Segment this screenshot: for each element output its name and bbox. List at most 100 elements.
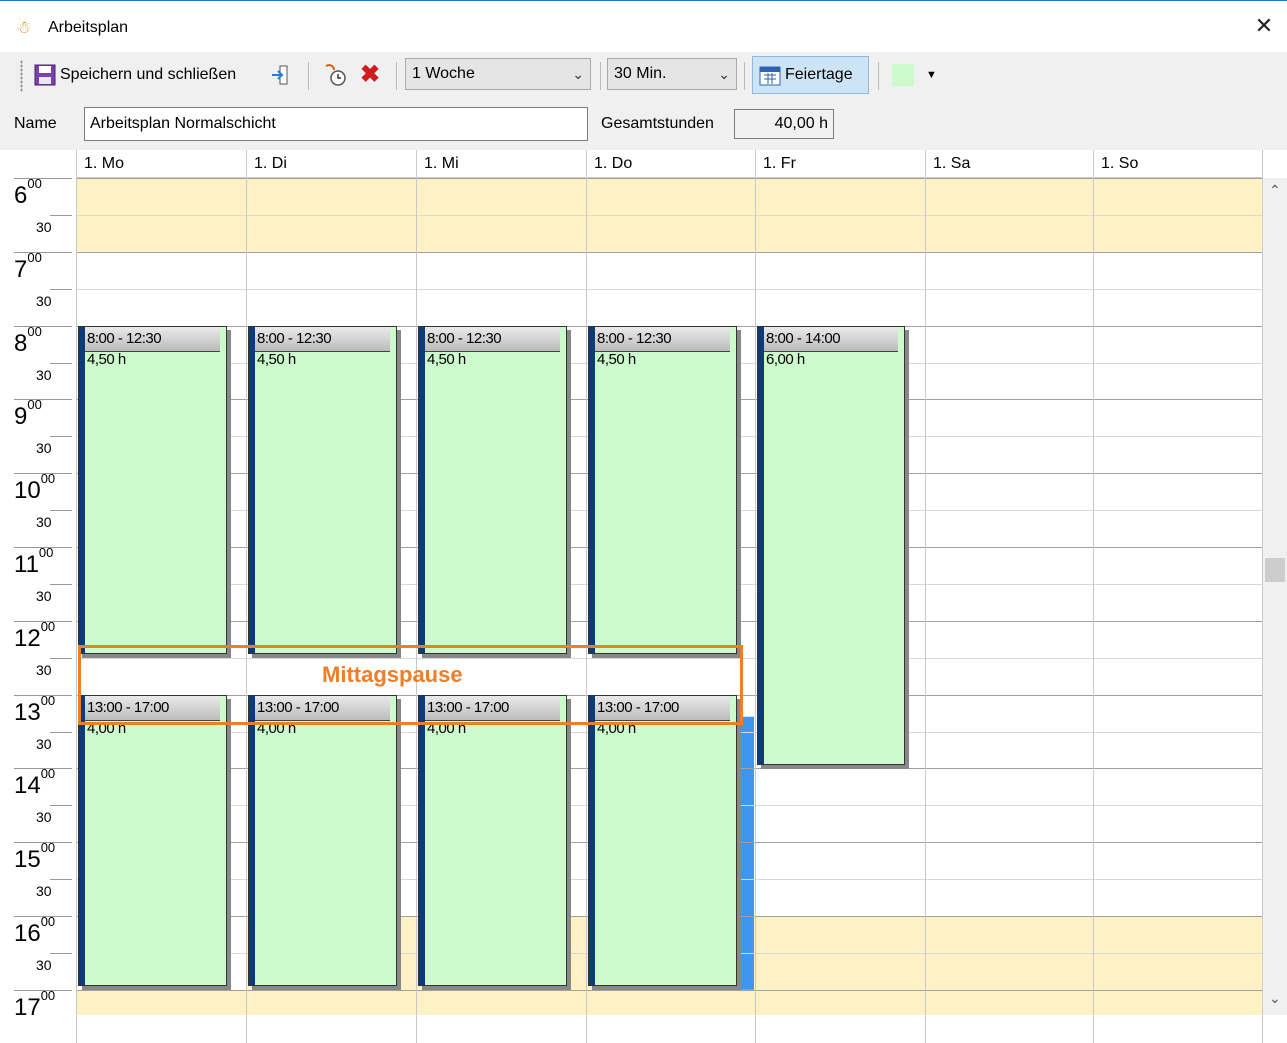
hour-tick <box>14 916 72 917</box>
half-hour-label: 30 <box>36 735 52 752</box>
half-hour-label: 30 <box>36 809 52 826</box>
day-header[interactable]: 1. So <box>1093 150 1262 178</box>
appointment-status-bar <box>589 696 595 985</box>
half-hour-label: 30 <box>36 440 52 457</box>
total-hours-label: Gesamtstunden <box>601 115 714 132</box>
half-hour-tick <box>50 952 72 954</box>
scroll-up-icon[interactable]: ⌃ <box>1269 182 1281 199</box>
appointment-block[interactable]: 8:00 - 12:30 4,50 h <box>588 326 737 654</box>
appointment-duration: 4,50 h <box>597 351 636 368</box>
hour-tick <box>14 768 72 770</box>
half-hour-tick <box>50 436 72 438</box>
day-header[interactable]: 1. Fr <box>755 150 925 178</box>
day-header[interactable]: 1. Do <box>586 150 755 178</box>
hour-label: 700 <box>14 249 42 283</box>
appointment-block[interactable]: 8:00 - 14:00 6,00 h <box>757 326 905 765</box>
appointment-block[interactable]: 8:00 - 12:30 4,50 h <box>418 326 567 654</box>
recurrence-clock-icon[interactable] <box>322 58 348 92</box>
hour-label: 1600 <box>14 914 56 947</box>
day-header[interactable]: 1. Mo <box>76 150 246 178</box>
half-hour-tick <box>50 879 72 881</box>
toolbar-separator <box>600 62 601 90</box>
half-hour-tick <box>50 214 72 216</box>
appointment-block[interactable]: 13:00 - 17:00 4,00 h <box>418 695 567 986</box>
scroll-thumb[interactable] <box>1265 558 1285 582</box>
appointment-block[interactable]: 8:00 - 12:30 4,50 h <box>78 326 227 654</box>
half-hour-label: 30 <box>36 883 52 900</box>
hour-label: 1300 <box>14 692 56 726</box>
hour-tick <box>14 547 72 548</box>
toolbar-separator <box>878 62 879 90</box>
half-hour-tick <box>50 805 72 807</box>
day-header[interactable]: 1. Sa <box>925 150 1093 178</box>
view-range-value: 1 Woche <box>412 65 475 82</box>
exit-icon[interactable] <box>270 58 290 92</box>
hour-label: 1500 <box>14 840 56 874</box>
appointment-status-bar <box>419 696 425 985</box>
appointment-time-range: 8:00 - 12:30 <box>425 327 560 352</box>
selection-stripe <box>738 716 754 990</box>
hour-label: 1200 <box>14 618 56 652</box>
calendar-icon <box>759 66 781 86</box>
appointment-time-range: 8:00 - 12:30 <box>595 327 730 352</box>
name-input[interactable]: Arbeitsplan Normalschicht <box>84 107 588 141</box>
half-hour-label: 30 <box>36 956 52 973</box>
appointment-duration: 4,50 h <box>257 351 296 368</box>
hour-label: 1400 <box>14 766 56 800</box>
save-button-label: Speichern und schließen <box>60 66 237 83</box>
hour-tick <box>14 620 72 622</box>
hour-tick <box>14 399 72 401</box>
close-icon[interactable]: ✕ <box>1249 11 1279 41</box>
hour-tick <box>14 989 72 991</box>
appointment-block[interactable]: 8:00 - 12:30 4,50 h <box>248 326 397 654</box>
offhours-band <box>76 989 1262 1015</box>
appointment-block[interactable]: 13:00 - 17:00 4,00 h <box>588 695 737 986</box>
hour-label: 900 <box>14 397 42 431</box>
hour-label: 1000 <box>14 471 56 505</box>
app-icon: ☃ <box>16 18 32 37</box>
hour-tick <box>14 473 72 475</box>
hour-label: 1700 <box>14 987 56 1021</box>
hour-label: 1100 <box>14 545 54 578</box>
half-hour-label: 30 <box>36 366 52 383</box>
delete-icon[interactable]: ✖ <box>360 58 380 92</box>
dropdown-arrow-icon[interactable]: ▼ <box>926 58 937 92</box>
scroll-down-icon[interactable]: ⌄ <box>1269 990 1281 1007</box>
appointment-duration: 6,00 h <box>766 351 805 368</box>
appointment-status-bar <box>419 327 425 653</box>
appointment-time-range: 8:00 - 12:30 <box>85 327 220 352</box>
appointment-time-range: 8:00 - 12:30 <box>255 327 390 352</box>
time-ruler: 600 30 700 30 800 30 900 30 1000 30 1100 30 1200 30 13… <box>0 176 76 1043</box>
hour-tick <box>14 251 72 253</box>
half-hour-label: 30 <box>36 587 52 604</box>
half-hour-tick <box>50 510 72 512</box>
grid-footer <box>76 1015 1262 1043</box>
offhours-band <box>76 178 1262 252</box>
appointment-duration: 4,50 h <box>87 351 126 368</box>
vertical-scrollbar[interactable]: ⌃ ⌄ <box>1262 178 1287 1015</box>
appointment-status-bar <box>249 696 255 985</box>
interval-select[interactable]: 30 Min. ⌄ <box>607 58 737 90</box>
floppy-disk-icon <box>34 64 56 86</box>
name-label: Name <box>14 115 57 132</box>
save-and-close-button[interactable]: Speichern und schließen <box>34 58 236 92</box>
hour-label: 800 <box>14 323 42 357</box>
appointment-block[interactable]: 13:00 - 17:00 4,00 h <box>248 695 397 986</box>
toolbar-grip[interactable] <box>20 60 23 92</box>
color-picker-button[interactable] <box>886 60 920 88</box>
hour-tick <box>14 178 72 179</box>
hour-tick <box>14 842 72 844</box>
appointment-duration: 4,50 h <box>427 351 466 368</box>
day-header[interactable]: 1. Mi <box>416 150 586 178</box>
color-swatch <box>892 64 914 86</box>
half-hour-label: 30 <box>36 292 52 309</box>
half-hour-label: 30 <box>36 218 52 235</box>
toolbar-separator <box>308 62 309 90</box>
half-hour-tick <box>50 657 72 659</box>
appointment-block[interactable]: 13:00 - 17:00 4,00 h <box>78 695 227 986</box>
view-range-select[interactable]: 1 Woche ⌄ <box>405 58 591 90</box>
hour-tick <box>14 325 72 327</box>
holidays-label: Feiertage <box>785 66 853 83</box>
day-header[interactable]: 1. Di <box>246 150 416 178</box>
holidays-button[interactable]: Feiertage <box>752 56 869 94</box>
